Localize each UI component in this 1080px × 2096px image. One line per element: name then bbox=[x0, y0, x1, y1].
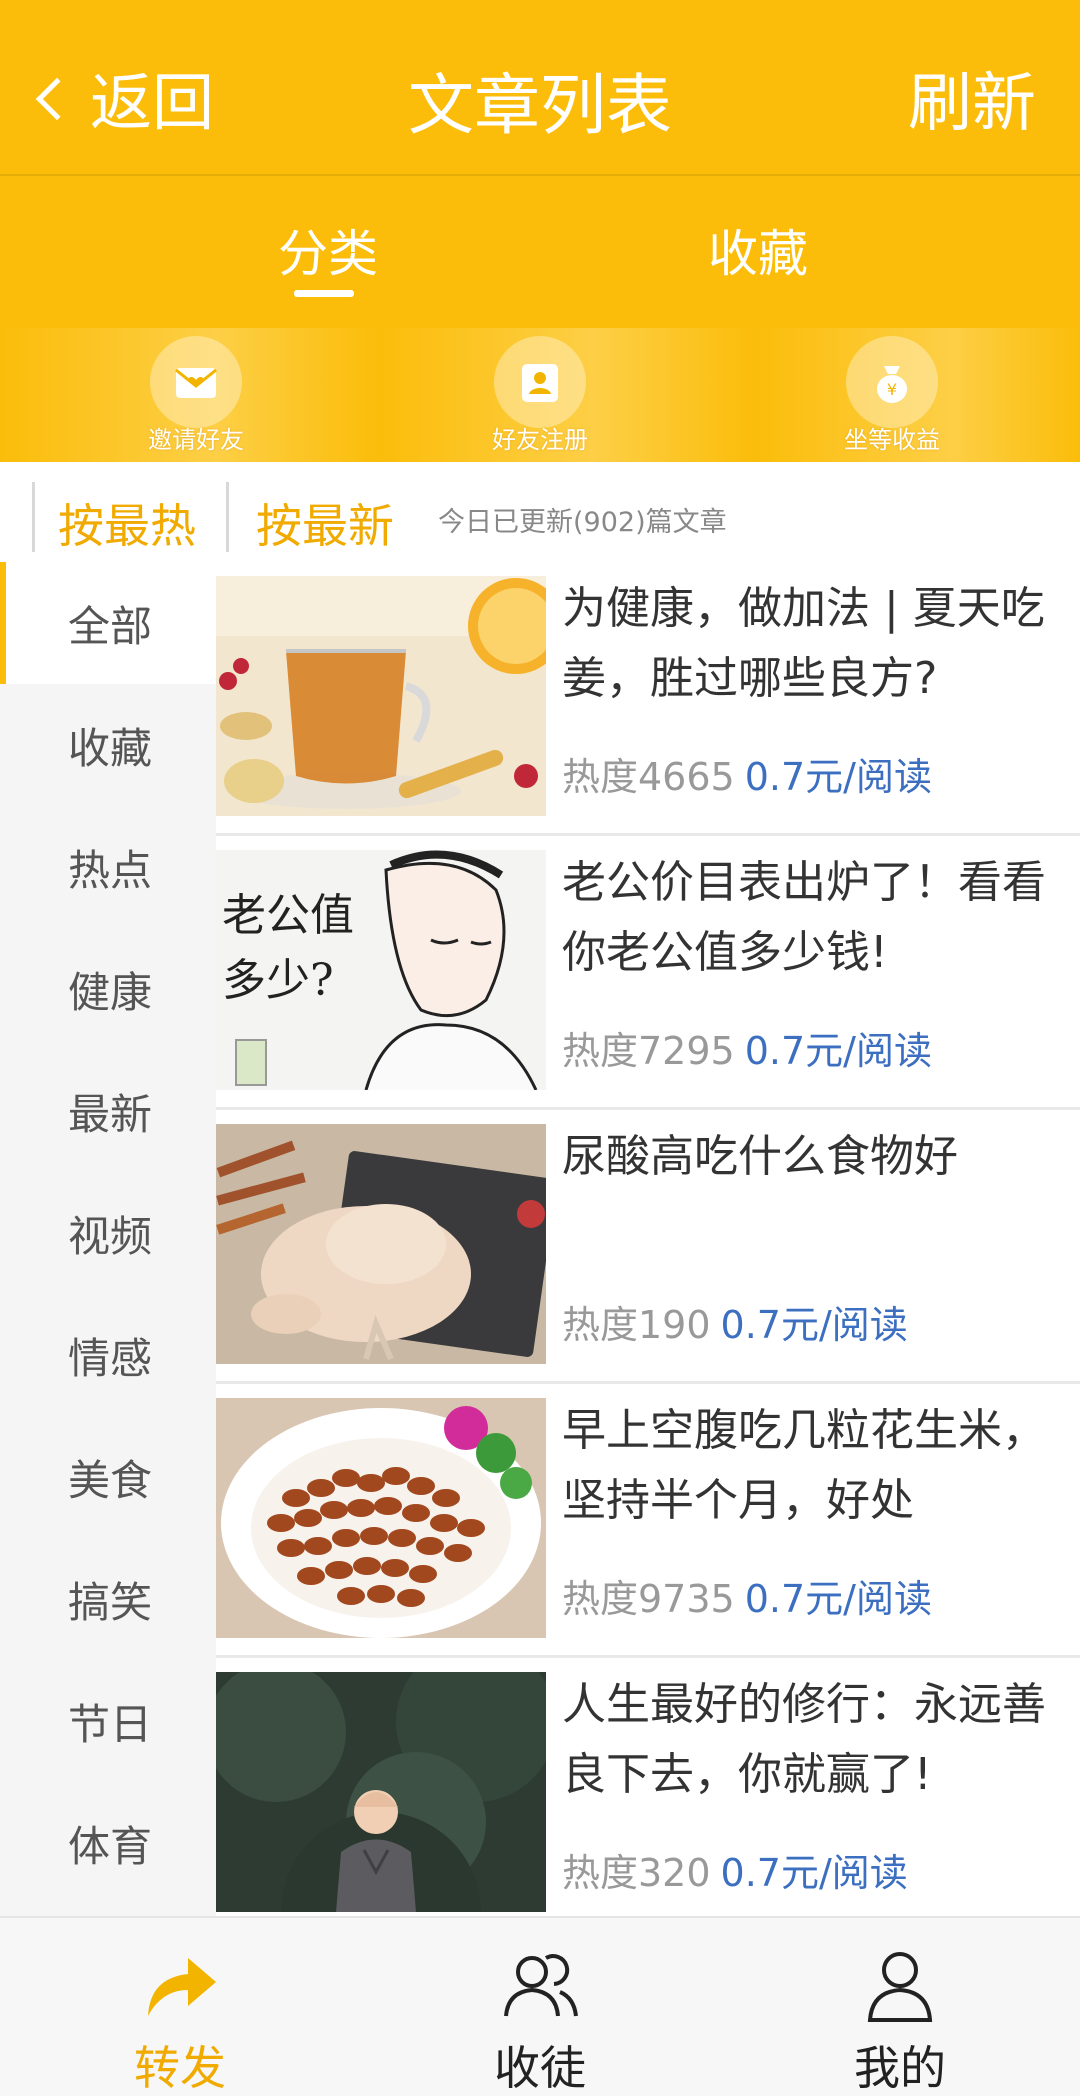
refresh-button[interactable]: 刷新 bbox=[908, 52, 1036, 144]
article-price: 0.7元/阅读 bbox=[744, 755, 932, 799]
article-hot-count: 热度4665 bbox=[562, 755, 735, 799]
article-thumbnail: 老公值 多少? bbox=[216, 850, 546, 1090]
banner-invite-friends[interactable]: 邀请好友 bbox=[96, 336, 296, 455]
article-item[interactable]: 早上空腹吃几粒花生米，坚持半个月，好处 热度9735 0.7元/阅读 bbox=[216, 1384, 1080, 1658]
article-title: 为健康，做加法 | 夏天吃姜，胜过哪些良方? bbox=[562, 583, 1045, 704]
thumb-caption: 多少? bbox=[222, 955, 334, 1006]
article-thumbnail bbox=[216, 1398, 546, 1638]
article-price: 0.7元/阅读 bbox=[720, 1851, 908, 1895]
user-icon bbox=[858, 1942, 942, 2026]
category-item[interactable]: 健康 bbox=[0, 928, 216, 1050]
nav-label: 我的 bbox=[854, 2041, 946, 2095]
article-thumbnail bbox=[216, 1672, 546, 1912]
article-thumbnail bbox=[216, 576, 546, 816]
nav-label: 收徒 bbox=[494, 2041, 586, 2095]
share-arrow-icon bbox=[138, 1942, 222, 2026]
article-meta: 热度4665 0.7元/阅读 bbox=[562, 746, 932, 801]
article-title: 尿酸高吃什么食物好 bbox=[562, 1131, 958, 1182]
article-meta: 热度190 0.7元/阅读 bbox=[562, 1294, 908, 1349]
article-item[interactable]: 老公值 多少? 老公价目表出炉了！看看你老公值多少钱! 热度7295 0.7元/阅… bbox=[216, 836, 1080, 1110]
sort-bar: 按最热 按最新 今日已更新(902)篇文章 bbox=[0, 462, 1080, 562]
thumb-caption: 老公值 bbox=[222, 890, 354, 941]
category-item[interactable]: 全部 bbox=[0, 562, 216, 684]
category-item[interactable]: 美食 bbox=[0, 1416, 216, 1538]
category-item[interactable]: 体育 bbox=[0, 1782, 216, 1904]
article-list: 为健康，做加法 | 夏天吃姜，胜过哪些良方? 热度4665 0.7元/阅读 老公值… bbox=[216, 562, 1080, 1916]
article-hot-count: 热度7295 bbox=[562, 1029, 735, 1073]
category-item[interactable]: 视频 bbox=[0, 1172, 216, 1294]
article-meta: 热度320 0.7元/阅读 bbox=[562, 1842, 908, 1897]
article-hot-count: 热度190 bbox=[562, 1303, 711, 1347]
category-sidebar: 全部 收藏 热点 健康 最新 视频 情感 美食 搞笑 节日 体育 bbox=[0, 562, 216, 1916]
category-item[interactable]: 热点 bbox=[0, 806, 216, 928]
article-item[interactable]: 尿酸高吃什么食物好 热度190 0.7元/阅读 bbox=[216, 1110, 1080, 1384]
article-thumbnail bbox=[216, 1124, 546, 1364]
user-card-icon bbox=[494, 336, 586, 428]
article-hot-count: 热度320 bbox=[562, 1851, 711, 1895]
app-header: 返回 文章列表 刷新 bbox=[0, 0, 1080, 176]
banner-label: 坐等收益 bbox=[844, 426, 940, 454]
article-price: 0.7元/阅读 bbox=[720, 1303, 908, 1347]
banner-label: 邀请好友 bbox=[148, 426, 244, 454]
nav-share[interactable]: 转发 bbox=[0, 1918, 360, 2096]
envelope-heart-icon bbox=[150, 336, 242, 428]
active-tab-indicator bbox=[294, 290, 354, 297]
category-item[interactable]: 最新 bbox=[0, 1050, 216, 1172]
nav-mine[interactable]: 我的 bbox=[720, 1918, 1080, 2096]
tab-favorites[interactable]: 收藏 bbox=[708, 214, 808, 286]
article-hot-count: 热度9735 bbox=[562, 1577, 735, 1621]
banner-wait-earnings[interactable]: ¥ 坐等收益 bbox=[792, 336, 992, 455]
users-icon bbox=[498, 1942, 582, 2026]
tab-category[interactable]: 分类 bbox=[278, 214, 378, 286]
banner-label: 好友注册 bbox=[492, 426, 588, 454]
article-meta: 热度9735 0.7元/阅读 bbox=[562, 1568, 932, 1623]
sort-by-new-button[interactable]: 按最新 bbox=[256, 490, 394, 556]
category-item[interactable]: 情感 bbox=[0, 1294, 216, 1416]
article-title: 早上空腹吃几粒花生米，坚持半个月，好处 bbox=[562, 1405, 1046, 1526]
nav-label: 转发 bbox=[134, 2041, 226, 2095]
bottom-navigation: 转发 收徒 我的 bbox=[0, 1916, 1080, 2096]
nav-recruit[interactable]: 收徒 bbox=[360, 1918, 720, 2096]
sort-by-hot-button[interactable]: 按最热 bbox=[58, 490, 196, 556]
article-title: 老公价目表出炉了！看看你老公值多少钱! bbox=[562, 857, 1046, 978]
divider bbox=[32, 482, 35, 552]
article-price: 0.7元/阅读 bbox=[744, 1029, 932, 1073]
money-bag-icon: ¥ bbox=[846, 336, 938, 428]
article-price: 0.7元/阅读 bbox=[744, 1577, 932, 1621]
divider bbox=[226, 482, 229, 552]
article-title: 人生最好的修行：永远善良下去，你就赢了! bbox=[562, 1679, 1046, 1800]
banner-friend-register[interactable]: 好友注册 bbox=[440, 336, 640, 455]
article-item[interactable]: 人生最好的修行：永远善良下去，你就赢了! 热度320 0.7元/阅读 bbox=[216, 1658, 1080, 1916]
update-count-text: 今日已更新(902)篇文章 bbox=[438, 507, 727, 538]
category-item[interactable]: 节日 bbox=[0, 1660, 216, 1782]
svg-text:¥: ¥ bbox=[887, 380, 897, 399]
article-meta: 热度7295 0.7元/阅读 bbox=[562, 1020, 932, 1075]
article-item[interactable]: 为健康，做加法 | 夏天吃姜，胜过哪些良方? 热度4665 0.7元/阅读 bbox=[216, 562, 1080, 836]
category-item[interactable]: 搞笑 bbox=[0, 1538, 216, 1660]
tab-bar: 分类 收藏 bbox=[0, 176, 1080, 328]
category-item[interactable]: 收藏 bbox=[0, 684, 216, 806]
promo-banner[interactable]: 邀请好友 好友注册 ¥ 坐等收益 bbox=[0, 328, 1080, 462]
